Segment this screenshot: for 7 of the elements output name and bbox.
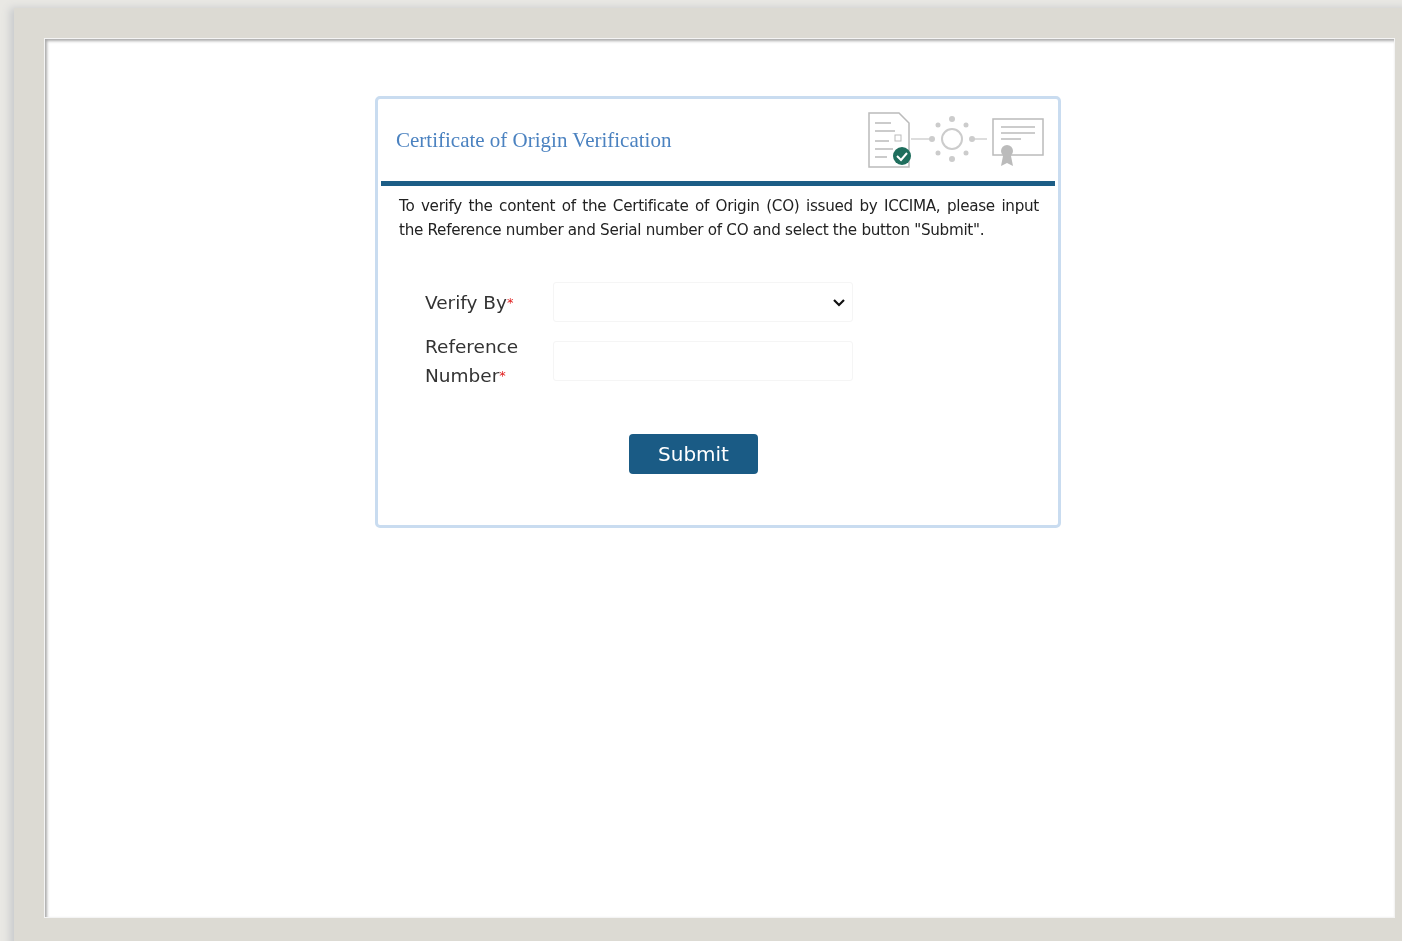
field-label: Verify By* [425, 290, 515, 315]
dropdown-field[interactable] [553, 282, 853, 322]
submit-button[interactable]: Submit [629, 434, 758, 474]
card-title: Certificate of Origin Verification [396, 127, 672, 153]
instruction-text: To verify the content of the Certificate of Origin (CO) issued by ICCIMA, please input the Reference number and Serial number of CO and select the button "Submit". [399, 196, 1039, 241]
field-label: Reference Number* [425, 335, 520, 388]
chevron-down-icon [832, 297, 846, 307]
